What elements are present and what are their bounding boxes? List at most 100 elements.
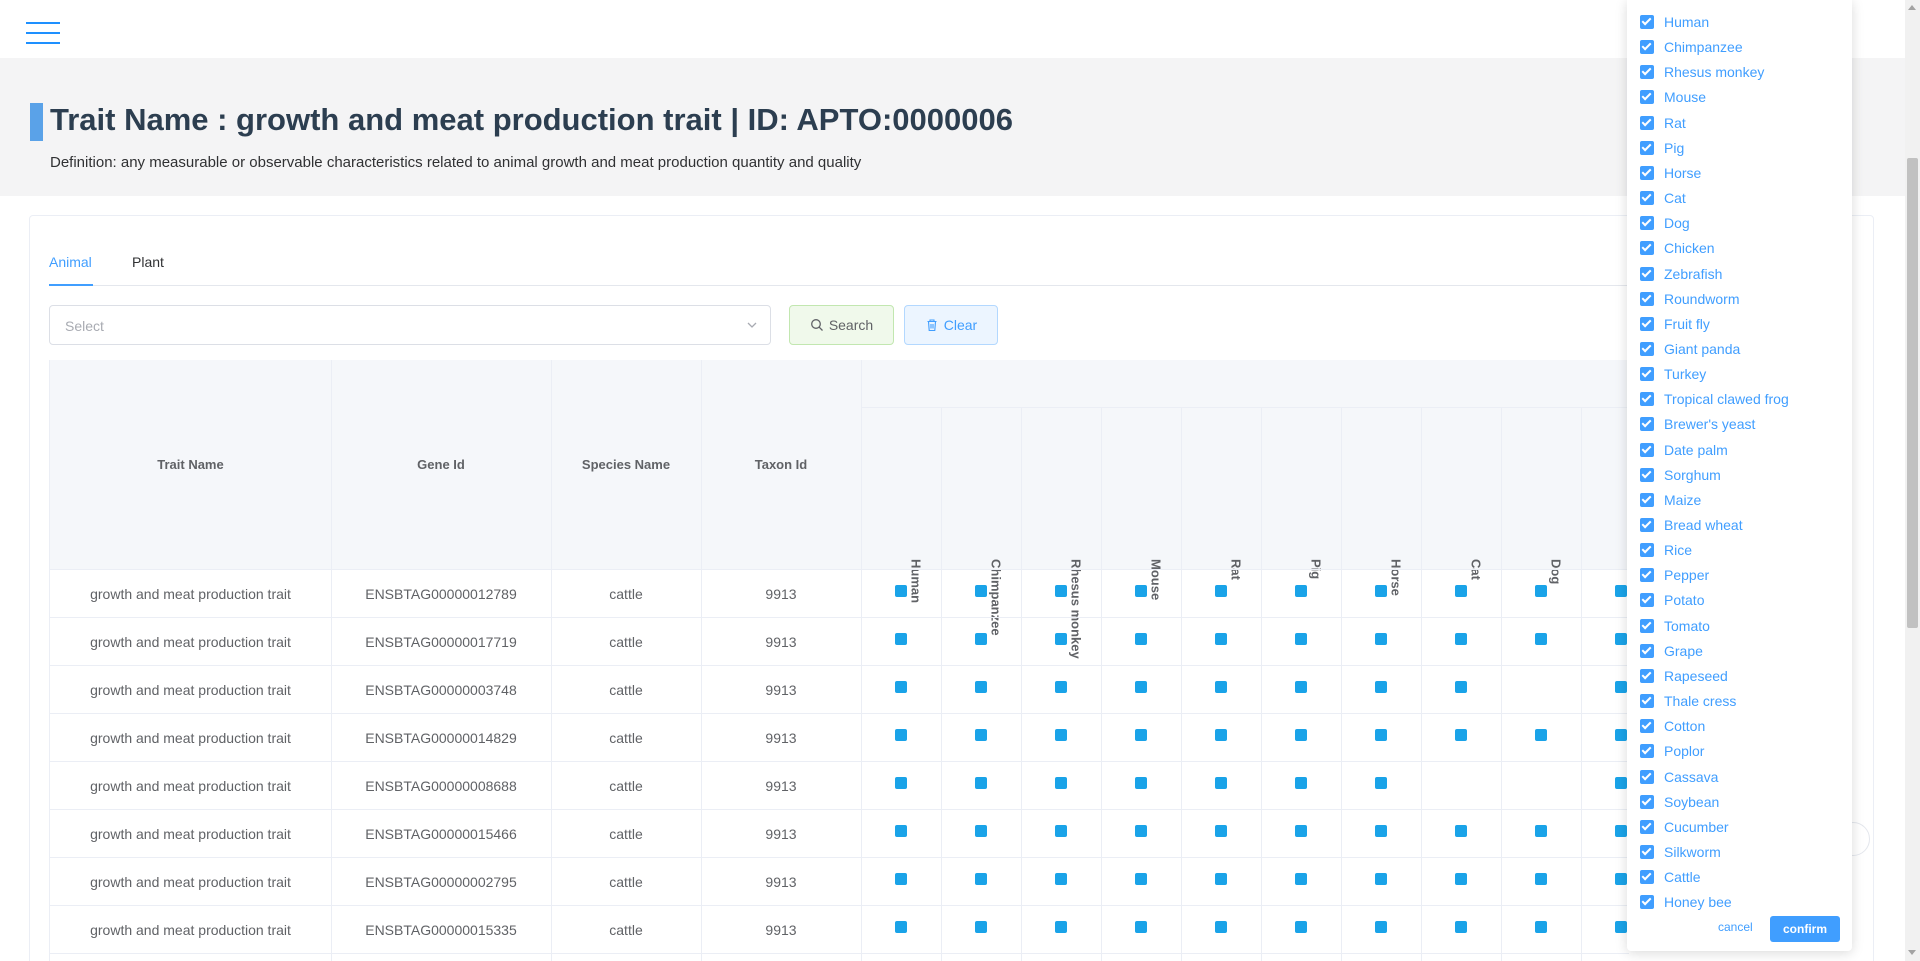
table-row[interactable]: growth and meat production trait ENSBTAG0… bbox=[50, 762, 1629, 810]
species-checkbox-item[interactable]: Rapeseed bbox=[1640, 666, 1728, 686]
species-column-header[interactable]: Rhesus monkey bbox=[1021, 408, 1101, 659]
checkbox-checked-icon[interactable] bbox=[1640, 65, 1654, 80]
species-checkbox-item[interactable]: Cucumber bbox=[1640, 817, 1729, 837]
checkbox-checked-icon[interactable] bbox=[1640, 744, 1654, 759]
species-checkbox-item[interactable]: Poplor bbox=[1640, 741, 1704, 761]
species-checkbox-item[interactable]: Fruit fly bbox=[1640, 314, 1710, 334]
species-checkbox-item[interactable]: Rhesus monkey bbox=[1640, 62, 1764, 82]
species-checkbox-item[interactable]: Cotton bbox=[1640, 716, 1705, 736]
scrollbar-thumb[interactable] bbox=[1907, 158, 1918, 628]
species-column-header[interactable]: Chimpanzee bbox=[941, 408, 1021, 636]
checkbox-checked-icon[interactable] bbox=[1640, 40, 1654, 55]
checkbox-checked-icon[interactable] bbox=[1640, 341, 1654, 356]
checkbox-checked-icon[interactable] bbox=[1640, 367, 1654, 382]
checkbox-checked-icon[interactable] bbox=[1640, 618, 1654, 633]
page-scrollbar[interactable] bbox=[1905, 0, 1920, 961]
species-checkbox-item[interactable]: Turkey bbox=[1640, 364, 1706, 384]
checkbox-checked-icon[interactable] bbox=[1640, 417, 1654, 432]
species-column-header[interactable]: Chicken bbox=[1581, 408, 1630, 610]
species-checkbox-item[interactable]: Giant panda bbox=[1640, 339, 1740, 359]
species-checkbox-item[interactable]: Tomato bbox=[1640, 616, 1710, 636]
species-checkbox-item[interactable]: Sorghum bbox=[1640, 465, 1721, 485]
checkbox-checked-icon[interactable] bbox=[1640, 694, 1654, 709]
species-checkbox-item[interactable]: Mouse bbox=[1640, 87, 1706, 107]
column-header[interactable]: Taxon Id bbox=[701, 457, 861, 472]
checkbox-checked-icon[interactable] bbox=[1640, 543, 1654, 558]
clear-button[interactable]: Clear bbox=[904, 305, 998, 345]
species-checkbox-item[interactable]: Cattle bbox=[1640, 867, 1701, 887]
checkbox-checked-icon[interactable] bbox=[1640, 165, 1654, 180]
species-checkbox-item[interactable]: Pig bbox=[1640, 138, 1684, 158]
column-header[interactable]: Species Name bbox=[551, 457, 701, 472]
species-checkbox-item[interactable]: Roundworm bbox=[1640, 289, 1739, 309]
species-checkbox-item[interactable]: Chicken bbox=[1640, 238, 1715, 258]
species-column-header[interactable]: Mouse bbox=[1101, 408, 1181, 600]
species-checkbox-item[interactable]: Zebrafish bbox=[1640, 264, 1722, 284]
checkbox-checked-icon[interactable] bbox=[1640, 518, 1654, 532]
checkbox-checked-icon[interactable] bbox=[1640, 140, 1654, 155]
species-checkbox-item[interactable]: Soybean bbox=[1640, 792, 1719, 812]
tab-animal[interactable]: Animal bbox=[49, 254, 92, 270]
checkbox-checked-icon[interactable] bbox=[1640, 668, 1654, 683]
checkbox-checked-icon[interactable] bbox=[1640, 291, 1654, 306]
search-button[interactable]: Search bbox=[789, 305, 894, 345]
species-column-header[interactable]: Horse bbox=[1341, 408, 1421, 596]
tab-plant[interactable]: Plant bbox=[132, 254, 164, 270]
species-checkbox-item[interactable]: Rice bbox=[1640, 540, 1692, 560]
column-header[interactable]: Gene Id bbox=[331, 457, 551, 472]
scroll-down-icon[interactable] bbox=[1908, 950, 1916, 955]
checkbox-checked-icon[interactable] bbox=[1640, 316, 1654, 331]
species-checkbox-item[interactable]: Honey bee bbox=[1640, 892, 1732, 912]
species-column-header[interactable]: Dog bbox=[1501, 408, 1581, 584]
checkbox-checked-icon[interactable] bbox=[1640, 844, 1654, 859]
checkbox-checked-icon[interactable] bbox=[1640, 442, 1654, 457]
checkbox-checked-icon[interactable] bbox=[1640, 719, 1654, 734]
species-checkbox-item[interactable]: Maize bbox=[1640, 490, 1701, 510]
checkbox-checked-icon[interactable] bbox=[1640, 241, 1654, 256]
species-checkbox-item[interactable]: Potato bbox=[1640, 590, 1704, 610]
species-checkbox-item[interactable]: Tropical clawed frog bbox=[1640, 389, 1789, 409]
species-column-header[interactable]: Rat bbox=[1181, 408, 1261, 580]
species-checkbox-item[interactable]: Cassava bbox=[1640, 767, 1718, 787]
species-checkbox-item[interactable]: Grape bbox=[1640, 641, 1703, 661]
species-checkbox-item[interactable]: Human bbox=[1640, 12, 1709, 32]
species-checkbox-item[interactable]: Horse bbox=[1640, 163, 1701, 183]
species-checkbox-item[interactable]: Brewer's yeast bbox=[1640, 414, 1755, 434]
species-checkbox-item[interactable]: Pepper bbox=[1640, 565, 1709, 585]
confirm-button[interactable]: confirm bbox=[1770, 916, 1840, 942]
checkbox-checked-icon[interactable] bbox=[1640, 266, 1654, 281]
checkbox-checked-icon[interactable] bbox=[1640, 568, 1654, 583]
column-header[interactable]: Trait Name bbox=[50, 457, 331, 472]
species-checkbox-item[interactable]: Cat bbox=[1640, 188, 1686, 208]
table-row[interactable]: growth and meat production trait ENSBTAG0… bbox=[50, 714, 1629, 762]
table-row[interactable]: growth and meat production trait ENSBTAG0… bbox=[50, 906, 1629, 954]
table-row[interactable]: growth and meat production trait ENSBTAG0… bbox=[50, 618, 1629, 666]
checkbox-checked-icon[interactable] bbox=[1640, 15, 1654, 29]
species-checkbox-item[interactable]: Bread wheat bbox=[1640, 515, 1743, 535]
cancel-button[interactable]: cancel bbox=[1718, 920, 1753, 934]
checkbox-checked-icon[interactable] bbox=[1640, 895, 1654, 910]
species-checkbox-item[interactable]: Dog bbox=[1640, 213, 1690, 233]
species-checkbox-item[interactable]: Chimpanzee bbox=[1640, 37, 1743, 57]
checkbox-checked-icon[interactable] bbox=[1640, 90, 1654, 105]
checkbox-checked-icon[interactable] bbox=[1640, 492, 1654, 507]
checkbox-checked-icon[interactable] bbox=[1640, 769, 1654, 784]
table-row[interactable]: growth and meat production trait ENSBTAG0… bbox=[50, 858, 1629, 906]
table-row[interactable]: growth and meat production trait ENSBTAG0… bbox=[50, 570, 1629, 618]
checkbox-checked-icon[interactable] bbox=[1640, 467, 1654, 482]
species-checkbox-item[interactable]: Rat bbox=[1640, 113, 1686, 133]
species-column-header[interactable]: Cat bbox=[1421, 408, 1501, 580]
checkbox-checked-icon[interactable] bbox=[1640, 392, 1654, 407]
table-row[interactable]: growth and meat production trait ENSBTAG0… bbox=[50, 666, 1629, 714]
species-column-header[interactable]: Pig bbox=[1261, 408, 1341, 579]
checkbox-checked-icon[interactable] bbox=[1640, 115, 1654, 130]
menu-icon[interactable] bbox=[26, 22, 60, 44]
species-column-header[interactable]: Human bbox=[861, 408, 941, 603]
checkbox-checked-icon[interactable] bbox=[1640, 191, 1654, 206]
checkbox-checked-icon[interactable] bbox=[1640, 593, 1654, 608]
checkbox-checked-icon[interactable] bbox=[1640, 794, 1654, 809]
species-checkbox-item[interactable]: Thale cress bbox=[1640, 691, 1736, 711]
species-checkbox-item[interactable]: Date palm bbox=[1640, 440, 1728, 460]
table-row[interactable]: growth and meat production trait ENSBTAG0… bbox=[50, 810, 1629, 858]
checkbox-checked-icon[interactable] bbox=[1640, 643, 1654, 658]
